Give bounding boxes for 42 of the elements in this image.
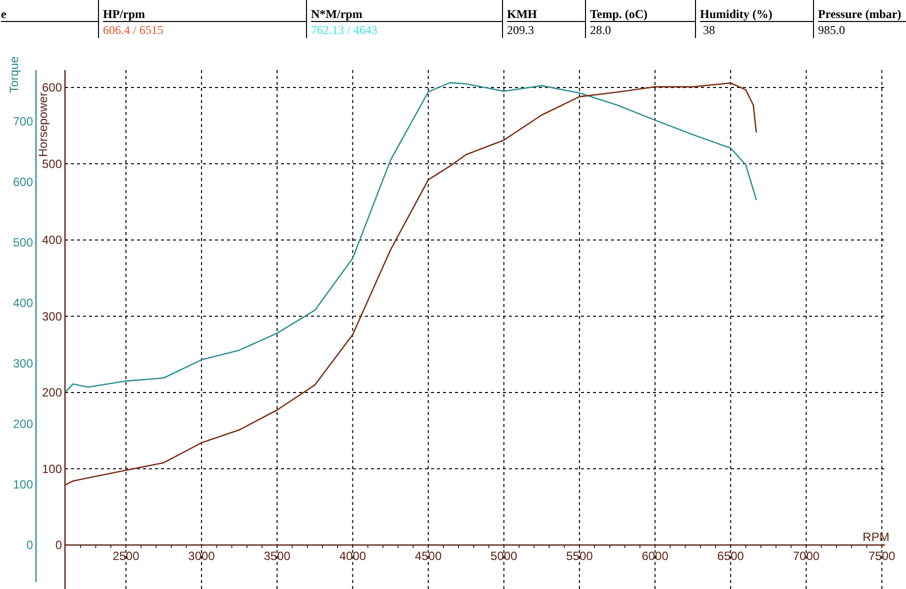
- tick-label: 0: [26, 538, 33, 552]
- axis-title: Horsepower: [36, 92, 50, 157]
- tick-label: 7500: [868, 549, 896, 563]
- column-header: KMH: [507, 8, 537, 20]
- column-header: Temp. (oC): [590, 8, 648, 20]
- tick-label: 4000: [339, 549, 366, 563]
- table-cell: 209.3: [507, 24, 534, 36]
- tick-label: 300: [42, 309, 62, 324]
- tick-label: 200: [12, 416, 33, 431]
- tick-label: 4500: [414, 549, 442, 563]
- table-cell: 762.13 / 4643: [311, 24, 378, 36]
- tick-label: 500: [12, 235, 33, 250]
- tick-label: 600: [42, 80, 62, 95]
- tick-label: 400: [42, 233, 62, 248]
- column-header: Humidity (%): [700, 8, 772, 20]
- tick-label: 400: [12, 296, 33, 310]
- tick-label: 600: [12, 174, 33, 189]
- tick-label: 300: [12, 356, 33, 370]
- table-cell: 28.0: [590, 24, 611, 36]
- table-cell: 985.0: [818, 24, 845, 36]
- column-header: HP/rpm: [103, 8, 145, 20]
- table-cell: 606.4 / 6515: [103, 24, 164, 36]
- tick-label: 3500: [264, 549, 290, 563]
- tick-label: 6500: [717, 549, 744, 563]
- tick-label: 0: [55, 538, 62, 552]
- tick-label: 100: [42, 462, 62, 476]
- axis-title: RPM: [862, 530, 890, 544]
- tick-label: 3000: [188, 549, 215, 563]
- tick-label: 7000: [792, 549, 820, 563]
- tick-label: 2500: [112, 549, 140, 563]
- tick-label: 6000: [642, 549, 668, 563]
- column-header: N*M/rpm: [311, 8, 362, 20]
- tick-label: 200: [42, 386, 62, 400]
- axis-title: Torque: [7, 56, 21, 93]
- tick-label: 700: [12, 114, 33, 128]
- tick-label: 100: [12, 478, 33, 492]
- table-cell-text: 38: [702, 24, 715, 36]
- tick-label: 500: [42, 156, 62, 171]
- column-header: Pressure (mbar): [818, 8, 902, 20]
- column-header: e: [1, 8, 6, 20]
- tick-label: 5000: [490, 549, 518, 563]
- tick-label: 5500: [566, 549, 593, 563]
